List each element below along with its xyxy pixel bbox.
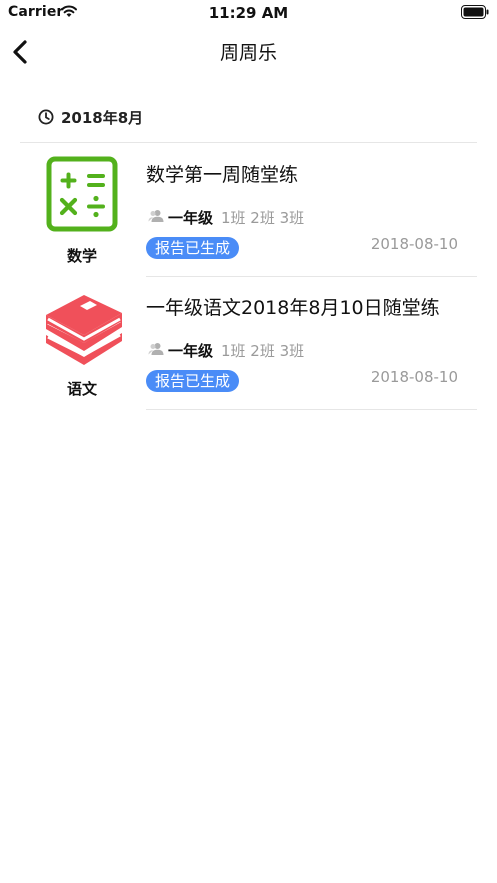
subject-label: 数学: [66, 247, 97, 265]
calculator-icon: [46, 156, 118, 232]
item-date: 2018-08-10: [370, 368, 458, 386]
item-title: 数学第一周随堂练: [146, 164, 299, 186]
item-date: 2018-08-10: [370, 235, 458, 253]
status-badge: 报告已生成: [146, 237, 240, 259]
status-badge: 报告已生成: [146, 370, 240, 392]
subject-label: 语文: [66, 380, 97, 398]
list-item[interactable]: 语文 一年级语文2018年8月10日随堂练 一年级 1班 2班 3班 报告已生成…: [0, 277, 497, 410]
clock-time: 11:29 AM: [208, 4, 289, 22]
item-title: 一年级语文2018年8月10日随堂练: [146, 297, 440, 319]
books-icon: [46, 295, 122, 365]
classes-label: 1班 2班 3班: [221, 342, 305, 360]
divider: [146, 409, 477, 410]
month-section-header: 2018年8月: [20, 100, 477, 143]
grade-label: 一年级: [168, 342, 214, 360]
classes-label: 1班 2班 3班: [221, 209, 305, 227]
battery-icon: [461, 5, 489, 19]
person-icon: [148, 343, 164, 355]
navigation-bar: 周周乐: [0, 26, 497, 78]
page-title: 周周乐: [219, 42, 277, 64]
month-label: 2018年8月: [61, 109, 144, 127]
status-bar: Carrier 11:29 AM: [0, 0, 497, 26]
clock-icon: [38, 109, 54, 125]
person-icon: [148, 210, 164, 222]
list-item[interactable]: 数学 数学第一周随堂练 一年级 1班 2班 3班 报告已生成 2018-08-1…: [0, 144, 497, 277]
grade-label: 一年级: [168, 209, 214, 227]
